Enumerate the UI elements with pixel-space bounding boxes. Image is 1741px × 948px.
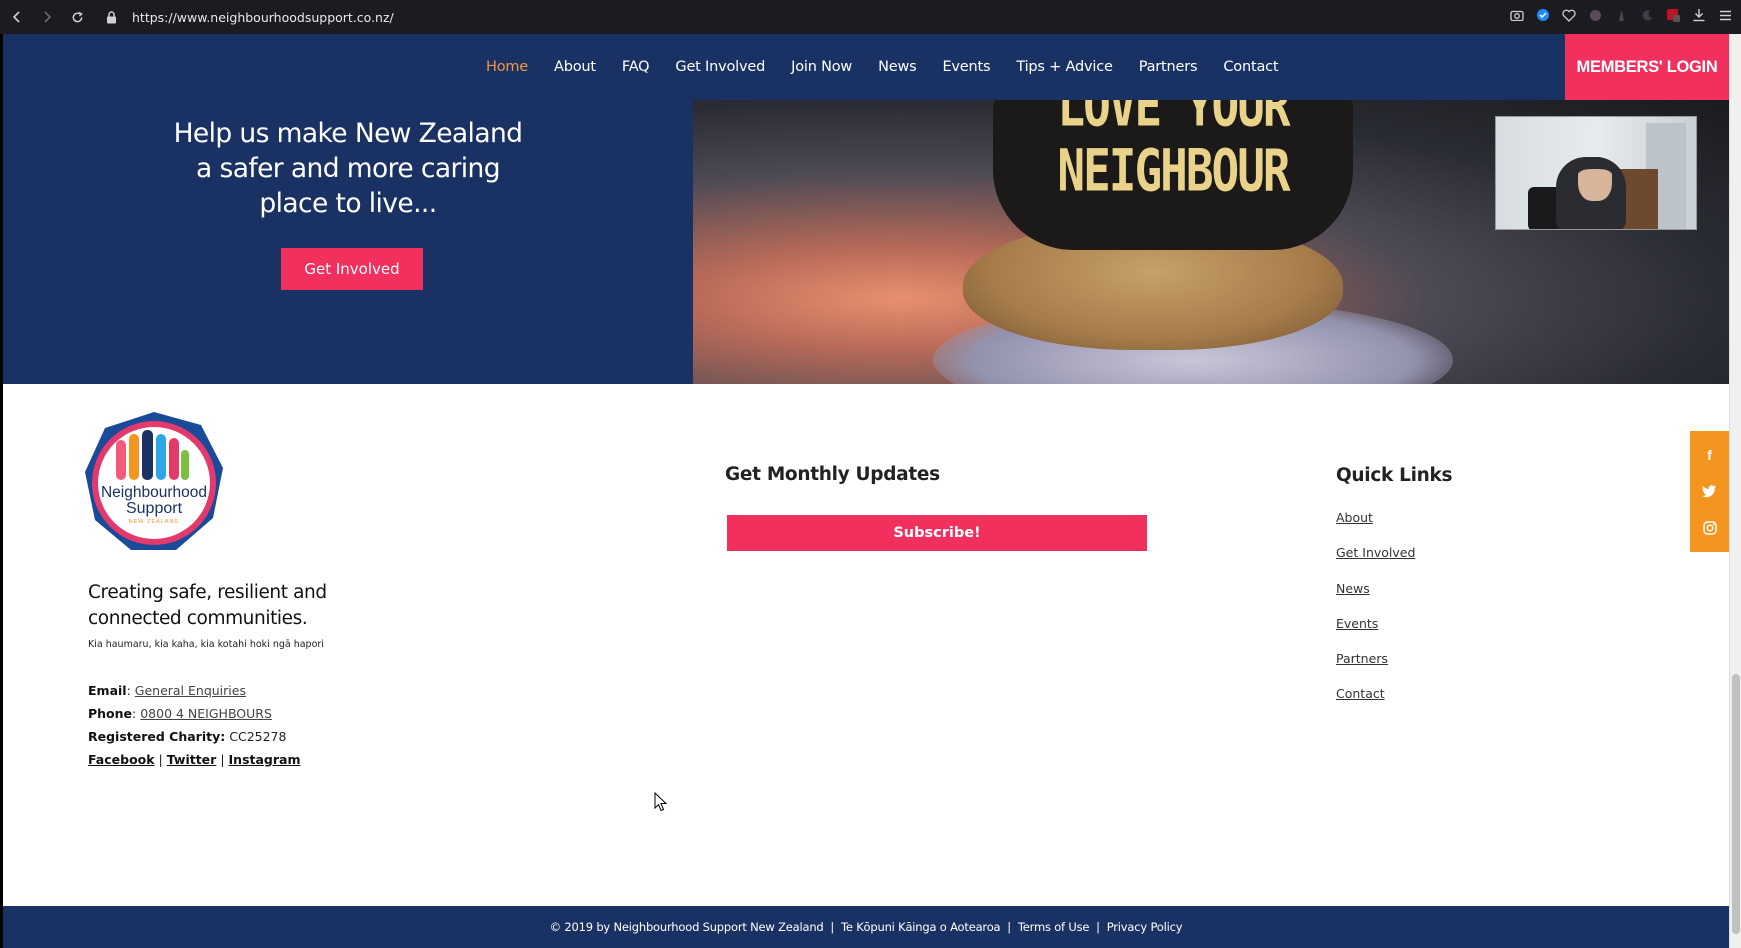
nav-join-now[interactable]: Join Now — [778, 59, 865, 75]
reload-icon — [72, 11, 83, 22]
forward-button[interactable] — [34, 4, 60, 30]
list-item: News — [1336, 581, 1415, 616]
nav-news[interactable]: News — [865, 59, 929, 75]
web-page: Home About FAQ Get Involved Join Now New… — [3, 34, 1729, 948]
email-link[interactable]: General Enquiries — [135, 683, 246, 698]
contact-email-row: Email: General Enquiries — [88, 683, 246, 698]
subscribe-button[interactable]: Subscribe! — [727, 515, 1147, 551]
hero-image-cap: LOVE YOUR NEIGHBOUR — [993, 100, 1353, 250]
nav-tips-advice[interactable]: Tips + Advice — [1003, 59, 1125, 75]
quick-link-events[interactable]: Events — [1336, 616, 1378, 631]
scrollbar-thumb[interactable] — [1732, 674, 1740, 934]
cap-line1: LOVE YOUR — [1057, 100, 1290, 140]
logo-line1: Neighbourhood — [101, 484, 207, 501]
hero-heading-line2: a safer and more caring — [196, 153, 500, 184]
instagram-icon[interactable] — [1700, 518, 1720, 538]
forward-icon — [44, 11, 52, 23]
phone-label: Phone — [88, 706, 133, 721]
webcam-head — [1578, 157, 1612, 201]
instagram-link[interactable]: Instagram — [229, 752, 301, 767]
tagline: Creating safe, resilient and connected c… — [88, 580, 327, 632]
facebook-link[interactable]: Facebook — [88, 752, 155, 767]
tagline-maori: Kia haumaru, kia kaha, kia kotahi hoki n… — [88, 639, 324, 650]
extension-cube-icon[interactable] — [1587, 7, 1603, 23]
logo-line3: NEW ZEALAND — [129, 519, 180, 525]
terms-of-use-link[interactable]: Terms of Use — [1018, 920, 1090, 934]
back-icon — [12, 11, 20, 23]
site-footer-bar: © 2019 by Neighbourhood Support New Zeal… — [3, 906, 1729, 948]
menu-icon[interactable] — [1717, 7, 1733, 23]
list-item: Get Involved — [1336, 545, 1415, 580]
hero-heading-line3: place to live... — [259, 188, 437, 219]
list-item: About — [1336, 510, 1415, 545]
charity-number: CC25278 — [229, 729, 287, 744]
list-item: Contact — [1336, 686, 1415, 721]
webcam-overlay — [1495, 116, 1697, 230]
footer-separator: | — [1000, 920, 1018, 934]
footer-separator: | — [1089, 920, 1107, 934]
updates-title: Get Monthly Updates — [725, 464, 940, 485]
address-bar[interactable]: https://www.neighbourhoodsupport.co.nz/ — [132, 10, 394, 25]
site-header: Home About FAQ Get Involved Join Now New… — [3, 34, 1729, 100]
contact-phone-row: Phone: 0800 4 NEIGHBOURS — [88, 706, 272, 721]
adblock-icon[interactable] — [1665, 7, 1681, 23]
extension-leaf-icon[interactable] — [1613, 7, 1629, 23]
nav-partners[interactable]: Partners — [1126, 59, 1211, 75]
social-links: Facebook | Twitter | Instagram — [88, 752, 301, 767]
extension-toolbar — [1509, 7, 1733, 23]
hero-get-involved-button[interactable]: Get Involved — [281, 248, 423, 290]
email-label: Email — [88, 683, 127, 698]
quick-link-news[interactable]: News — [1336, 581, 1370, 596]
quick-link-partners[interactable]: Partners — [1336, 651, 1388, 666]
nav-home[interactable]: Home — [473, 59, 541, 75]
twitter-icon[interactable] — [1700, 481, 1720, 501]
list-item: Events — [1336, 616, 1415, 651]
nav-about[interactable]: About — [541, 59, 609, 75]
footer-separator: | — [823, 920, 842, 934]
page-scrollbar[interactable] — [1729, 34, 1741, 948]
charity-label: Registered Charity: — [88, 729, 226, 744]
screenshot-icon[interactable] — [1509, 7, 1525, 23]
quick-link-get-involved[interactable]: Get Involved — [1336, 545, 1415, 560]
main-nav: Home About FAQ Get Involved Join Now New… — [473, 34, 1291, 100]
browser-toolbar: https://www.neighbourhoodsupport.co.nz/ — [0, 0, 1741, 34]
reload-button[interactable] — [64, 4, 90, 30]
mouse-cursor-icon — [654, 792, 668, 812]
nav-contact[interactable]: Contact — [1210, 59, 1291, 75]
contact-charity-row: Registered Charity: CC25278 — [88, 725, 301, 748]
logo-line2: Support — [126, 500, 183, 517]
maori-name-text: Te Kōpuni Kāinga o Aotearoa — [841, 920, 1001, 934]
quick-link-about[interactable]: About — [1336, 510, 1373, 525]
quick-links-title: Quick Links — [1336, 465, 1453, 486]
lock-icon — [104, 10, 118, 24]
download-icon[interactable] — [1691, 7, 1707, 23]
tagline-line1: Creating safe, resilient and — [88, 582, 327, 603]
privacy-policy-link[interactable]: Privacy Policy — [1107, 920, 1183, 934]
members-login-button[interactable]: MEMBERS' LOGIN — [1565, 34, 1729, 100]
floating-social-bar: f — [1690, 431, 1729, 552]
quick-link-contact[interactable]: Contact — [1336, 686, 1385, 701]
nav-faq[interactable]: FAQ — [609, 59, 663, 75]
cap-lettering: LOVE YOUR NEIGHBOUR — [993, 100, 1353, 203]
hero-banner: Help us make New Zealand a safer and mor… — [3, 100, 1729, 384]
shield-icon[interactable] — [1535, 7, 1551, 23]
hero-heading-line1: Help us make New Zealand — [173, 118, 523, 149]
twitter-link[interactable]: Twitter — [167, 752, 217, 767]
tagline-line2: connected communities. — [88, 608, 308, 629]
quick-links-list: About Get Involved News Events Partners … — [1336, 510, 1415, 722]
phone-link[interactable]: 0800 4 NEIGHBOURS — [140, 706, 272, 721]
neighbourhood-support-logo: Neighbourhood Support NEW ZEALAND — [85, 412, 223, 550]
facebook-icon[interactable]: f — [1700, 445, 1720, 465]
back-button[interactable] — [4, 4, 30, 30]
cap-line2: NEIGHBOUR — [1057, 136, 1290, 205]
nav-get-involved[interactable]: Get Involved — [662, 59, 778, 75]
list-item: Partners — [1336, 651, 1415, 686]
nav-events[interactable]: Events — [929, 59, 1003, 75]
extension-moon-icon[interactable] — [1639, 7, 1655, 23]
contact-details: Email: General Enquiries Phone: 0800 4 N… — [88, 679, 301, 771]
hero-heading: Help us make New Zealand a safer and mor… — [143, 116, 553, 221]
copyright-text: © 2019 by Neighbourhood Support New Zeal… — [549, 920, 824, 934]
heart-icon[interactable] — [1561, 7, 1577, 23]
